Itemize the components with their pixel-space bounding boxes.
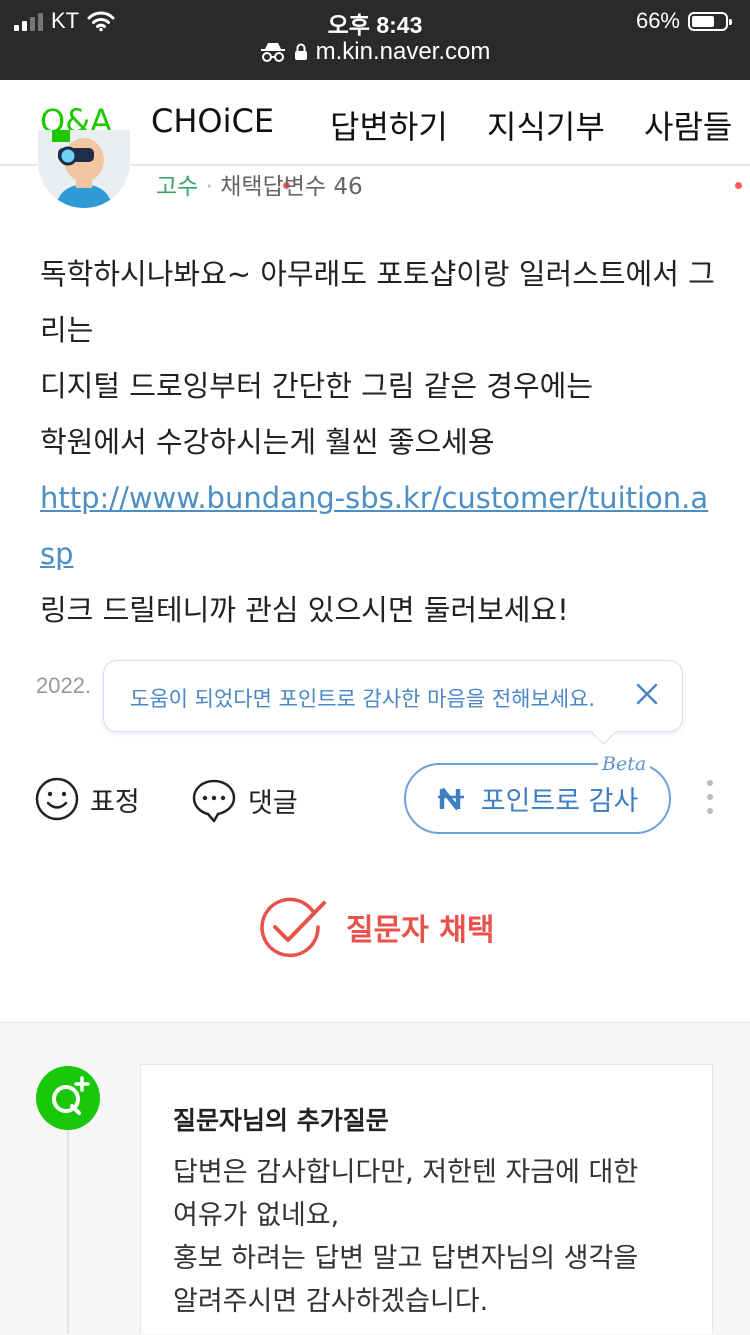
point-tooltip: 도움이 되었다면 포인트로 감사한 마음을 전해보세요. <box>103 660 683 745</box>
beta-badge: Beta <box>598 753 651 775</box>
more-options-icon[interactable] <box>704 780 716 824</box>
adopted-count: 채택답변수 46 <box>220 174 363 200</box>
incognito-icon <box>260 43 285 62</box>
emotion-button[interactable]: 표정 <box>34 776 140 822</box>
additional-question-title: 질문자님의 추가질문 <box>173 1106 389 1135</box>
close-icon[interactable] <box>632 679 662 709</box>
answer-date: 2022. <box>36 673 92 698</box>
naver-pay-icon <box>437 787 464 810</box>
question-line: 알려주시면 감사하겠습니다. <box>173 1286 489 1317</box>
tooltip-text: 도움이 되었다면 포인트로 감사한 마음을 전해보세요. <box>130 687 596 711</box>
select-answer-label: 질문자 채택 <box>346 913 495 948</box>
add-question-icon <box>36 1066 100 1130</box>
comment-button[interactable]: 댓글 <box>190 776 298 824</box>
question-line: 답변은 감사합니다만, 저한텐 자금에 대한 <box>173 1157 639 1188</box>
address-bar[interactable]: m.kin.naver.com <box>0 38 750 66</box>
answer-line: 학원에서 수강하시는게 훨씬 좋으세용 <box>40 425 495 459</box>
tab-people[interactable]: 사람들 <box>644 102 732 148</box>
meta-separator: · <box>205 174 213 200</box>
comment-label: 댓글 <box>248 787 298 819</box>
additional-question-body: 답변은 감사합니다만, 저한텐 자금에 대한 여유가 없네요, 홍보 하려는 답… <box>173 1151 693 1323</box>
emotion-label: 표정 <box>90 786 140 818</box>
url-text: m.kin.naver.com <box>315 38 491 65</box>
lock-icon <box>294 43 307 60</box>
battery-icon <box>688 11 732 31</box>
thread-line <box>67 1130 69 1334</box>
comment-icon <box>192 779 236 823</box>
answer-line: 디지털 드로잉부터 간단한 그림 같은 경우에는 <box>40 369 594 403</box>
question-line: 홍보 하려는 답변 말고 답변자님의 생각을 <box>173 1243 639 1274</box>
answerer-avatar[interactable] <box>38 130 130 208</box>
question-line: 여유가 없네요, <box>173 1200 340 1231</box>
tab-choice[interactable]: CHOiCE <box>151 102 274 140</box>
answer-line: 링크 드릴테니까 관심 있으시면 둘러보세요! <box>40 593 569 627</box>
tab-donation[interactable]: 지식기부 <box>487 102 605 148</box>
answerer-rank: 고수 <box>156 174 199 200</box>
smile-icon <box>35 777 79 821</box>
new-dot-people <box>735 182 742 189</box>
answer-body: 독학하시나봐요~ 아무래도 포토샵이랑 일러스트에서 그리는 디지털 드로잉부터… <box>40 246 720 638</box>
check-circle-icon <box>260 897 326 958</box>
answer-link[interactable]: http://www.bundang-sbs.kr/customer/tuiti… <box>40 481 708 571</box>
answer-line: 독학하시나봐요~ 아무래도 포토샵이랑 일러스트에서 그리는 <box>40 257 715 347</box>
status-bar: KT 오후 8:43 66% m.kin.naver.com <box>0 0 750 80</box>
answerer-meta: 고수 · 채택답변수 46 <box>156 167 363 201</box>
tooltip-arrow <box>590 718 617 745</box>
point-label: 포인트로 감사 <box>480 786 639 817</box>
additional-question-card: 질문자님의 추가질문 답변은 감사합니다만, 저한텐 자금에 대한 여유가 없네… <box>140 1064 713 1334</box>
select-answer-button[interactable]: 질문자 채택 <box>258 895 494 959</box>
battery-percent: 66% <box>635 8 680 33</box>
status-right: 66% <box>635 8 732 34</box>
tab-answer[interactable]: 답변하기 <box>330 102 448 148</box>
